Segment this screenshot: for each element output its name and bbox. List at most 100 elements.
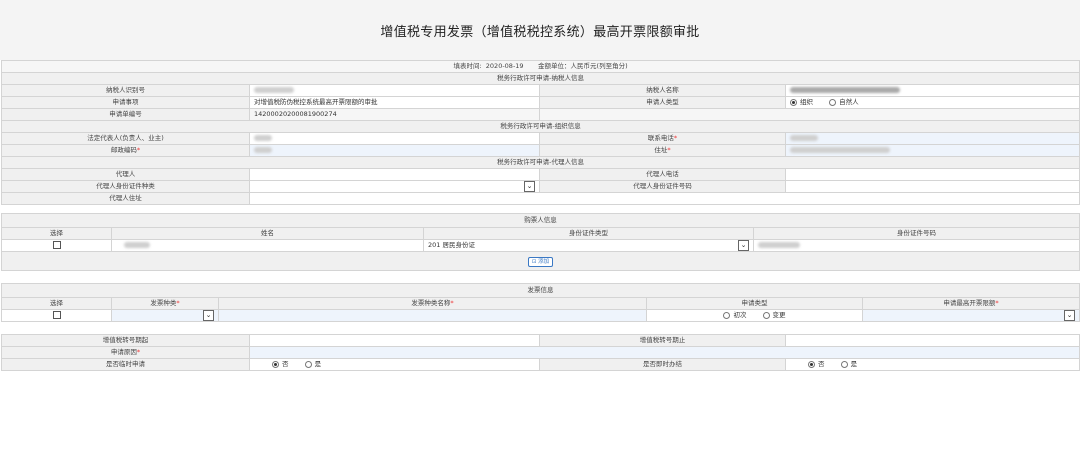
invoice-col-apply-type: 申请类型	[646, 297, 863, 310]
section-agent-title: 税务行政许可申请-代理人信息	[0, 156, 1080, 169]
fill-time-value: 2020-08-19	[485, 62, 524, 70]
instant-yes-label: 是	[850, 360, 858, 368]
apply-item-label: 申请事项	[1, 96, 250, 109]
buyer-add-row: ⊡ 添加	[1, 251, 1080, 271]
apply-type-group: 初次 变更	[646, 309, 863, 322]
apply-type-initial-label: 初次	[733, 311, 747, 319]
invoice-kind-select[interactable]: ⌄	[111, 309, 219, 322]
chevron-down-icon[interactable]: ⌄	[738, 240, 749, 251]
applicant-type-person-label: 自然人	[839, 98, 859, 106]
num-end-label: 增值税转号期止	[539, 334, 786, 347]
temp-apply-no-radio[interactable]	[272, 360, 279, 368]
section-taxpayer-title: 税务行政许可申请-纳税人信息	[0, 72, 1080, 85]
temp-apply-yes-radio[interactable]	[304, 360, 312, 368]
postcode-input[interactable]	[249, 144, 540, 157]
buyer-row-name[interactable]	[111, 239, 424, 252]
applicant-type-org-label: 组织	[800, 98, 813, 106]
buyer-row-id-no[interactable]	[753, 239, 1080, 252]
table-row: ⌄ 初次 变更 ⌄	[1, 309, 1080, 322]
taxpayer-name-label: 纳税人名称	[539, 84, 786, 97]
invoice-row-select	[1, 309, 112, 322]
instant-group: 否 是	[785, 358, 1080, 371]
agent-phone-input[interactable]	[784, 168, 1080, 181]
fill-time-label: 填表时间:	[453, 62, 482, 70]
chevron-down-icon[interactable]: ⌄	[203, 310, 214, 321]
fill-info: 填表时间: 2020-08-19 金额单位：人民币元(列至角分)	[0, 60, 1080, 73]
applicant-type-group: 组织 自然人	[784, 96, 1080, 109]
num-start-input[interactable]	[249, 334, 540, 347]
invoice-col-kind: 发票种类*	[111, 297, 219, 310]
buyer-row-id-type-select[interactable]: 201 居民身份证 ⌄	[423, 239, 754, 252]
main-form-table: 填表时间: 2020-08-19 金额单位：人民币元(列至角分) 税务行政许可申…	[0, 60, 1080, 205]
taxpayer-name-value	[784, 84, 1080, 97]
redacted-value	[124, 242, 150, 248]
bottom-form-table: 增值税转号期起 增值税转号期止 申请原因* 是否临时申请 否 是 是否即时办结 …	[1, 334, 1080, 371]
agent-id-type-label: 代理人身份证件种类	[1, 180, 250, 193]
agent-label: 代理人	[1, 168, 250, 181]
title-bar: 增值税专用发票（增值税税控系统）最高开票限额审批	[0, 0, 1080, 60]
table-row: 201 居民身份证 ⌄	[1, 239, 1080, 252]
add-buyer-button[interactable]: ⊡ 添加	[527, 256, 554, 267]
redacted-value	[254, 135, 272, 141]
invoice-col-max-limit: 申请最高开票限额*	[862, 297, 1080, 310]
phone-label: 联系电话*	[539, 132, 786, 145]
agent-id-type-select[interactable]: ⌄	[249, 180, 540, 193]
agent-input[interactable]	[249, 168, 540, 181]
empty-cell	[538, 108, 1080, 121]
apply-type-initial-radio[interactable]	[723, 311, 731, 319]
buyer-col-id-type: 身份证件类型	[423, 227, 754, 240]
invoice-section-title: 发票信息	[1, 283, 1080, 298]
instant-no-label: 否	[818, 360, 825, 368]
max-limit-select[interactable]: ⌄	[862, 309, 1080, 322]
taxpayer-id-value	[249, 84, 540, 97]
num-end-input[interactable]	[785, 334, 1080, 347]
form-no-value: 14200020200081900274	[249, 108, 540, 121]
agent-address-label: 代理人住址	[1, 192, 250, 205]
row-checkbox[interactable]	[52, 311, 61, 319]
instant-label: 是否即时办结	[539, 358, 786, 371]
buyer-col-id-no: 身份证件号码	[753, 227, 1080, 240]
invoice-table: 发票信息 选择 发票种类* 发票种类名称* 申请类型 申请最高开票限额* ⌄ 初…	[1, 283, 1080, 322]
buyer-section-title: 购票人信息	[1, 213, 1080, 228]
invoice-col-select: 选择	[1, 297, 112, 310]
invoice-kind-name-input[interactable]	[218, 309, 647, 322]
applicant-type-org-radio[interactable]	[790, 98, 797, 106]
chevron-down-icon[interactable]: ⌄	[1064, 310, 1075, 321]
address-input[interactable]	[784, 144, 1080, 157]
num-start-label: 增值税转号期起	[1, 334, 250, 347]
redacted-value	[758, 242, 800, 248]
reason-label: 申请原因*	[1, 346, 250, 359]
agent-phone-label: 代理人电话	[539, 168, 786, 181]
redacted-value	[790, 87, 900, 93]
buyer-col-name: 姓名	[111, 227, 424, 240]
chevron-down-icon[interactable]: ⌄	[524, 181, 535, 192]
reason-input[interactable]	[249, 346, 1080, 359]
address-label: 住址*	[539, 144, 786, 157]
instant-yes-radio[interactable]	[840, 360, 848, 368]
temp-apply-label: 是否临时申请	[1, 358, 250, 371]
apply-type-change-label: 变更	[772, 311, 786, 319]
buyer-row-select	[1, 239, 112, 252]
temp-apply-no-label: 否	[282, 360, 289, 368]
applicant-type-person-radio[interactable]	[829, 98, 837, 106]
legal-rep-value[interactable]	[249, 132, 540, 145]
instant-no-radio[interactable]	[808, 360, 815, 368]
legal-rep-label: 法定代表人(负责人、业主)	[1, 132, 250, 145]
postcode-label: 邮政编码*	[1, 144, 250, 157]
buyer-col-select: 选择	[1, 227, 112, 240]
apply-type-change-radio[interactable]	[762, 311, 770, 319]
redacted-value	[254, 147, 272, 153]
redacted-value	[790, 147, 890, 153]
taxpayer-id-label: 纳税人识别号	[1, 84, 250, 97]
agent-address-input[interactable]	[248, 192, 1080, 205]
agent-id-no-input[interactable]	[784, 180, 1080, 193]
add-icon: ⊡	[531, 258, 537, 265]
row-checkbox[interactable]	[52, 241, 61, 249]
phone-input[interactable]	[784, 132, 1080, 145]
buyer-table: 购票人信息 选择 姓名 身份证件类型 身份证件号码 201 居民身份证 ⌄ ⊡ 添…	[1, 213, 1080, 271]
applicant-type-label: 申请人类型	[539, 96, 786, 109]
redacted-value	[790, 135, 818, 141]
temp-apply-group: 否 是	[249, 358, 540, 371]
apply-item-value: 对增值税防伪税控系统最高开票限额的审批	[249, 96, 540, 109]
page-title: 增值税专用发票（增值税税控系统）最高开票限额审批	[380, 24, 700, 40]
